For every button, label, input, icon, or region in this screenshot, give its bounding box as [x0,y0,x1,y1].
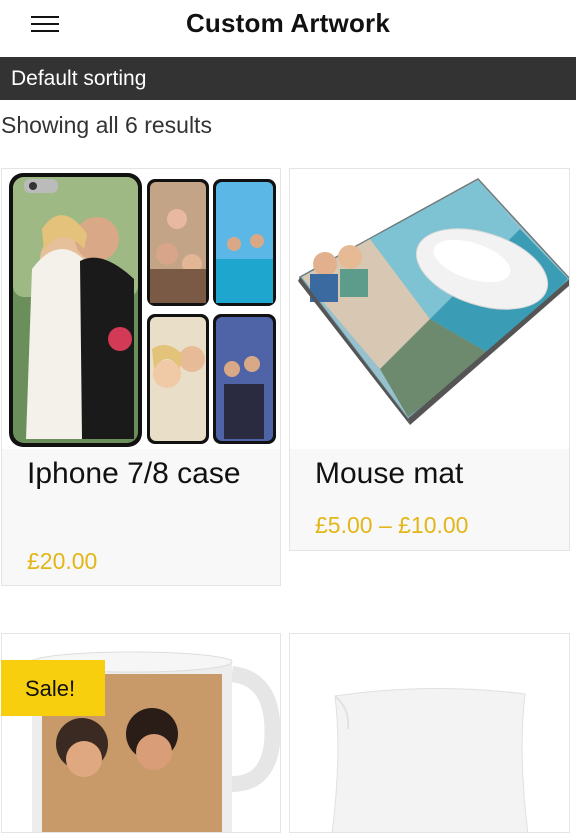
top-bar: Custom Artwork [0,0,576,52]
results-count: Showing all 6 results [1,112,212,138]
product-name[interactable]: Mouse mat [315,456,463,492]
product-image-cushion[interactable] [290,634,569,832]
product-name[interactable]: Iphone 7/8 case [27,456,257,492]
product-card-iphone-case[interactable]: Iphone 7/8 case £20.00 [1,168,281,586]
sale-badge: Sale! [1,660,105,716]
sort-dropdown[interactable]: Default sorting [0,57,576,100]
product-card-cushion[interactable] [289,633,570,833]
product-price: £20.00 [27,548,98,574]
product-image-mouse-mat[interactable] [290,169,569,449]
page-title: Custom Artwork [185,8,391,38]
product-image-iphone-case[interactable] [2,169,280,449]
product-price: £5.00 – £10.00 [315,512,469,538]
product-card-mouse-mat[interactable]: Mouse mat £5.00 – £10.00 [289,168,570,551]
sort-label: Default sorting [11,67,147,90]
